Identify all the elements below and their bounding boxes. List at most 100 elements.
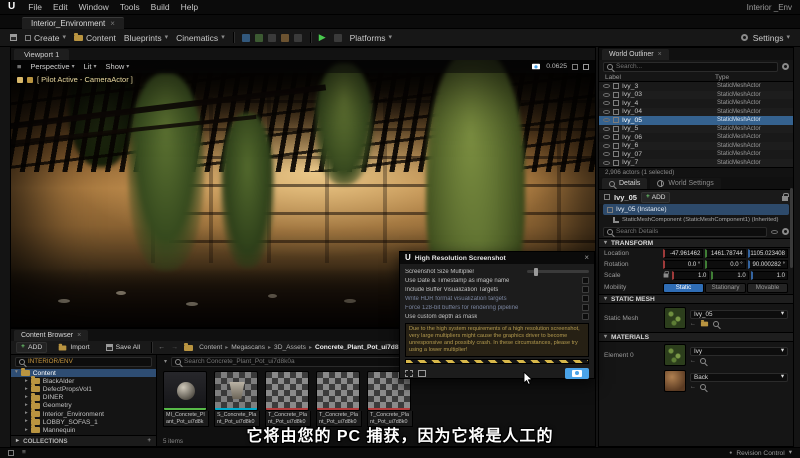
content-drawer-icon[interactable] [8, 450, 14, 456]
menu-file[interactable]: File [28, 2, 42, 12]
location-x-field[interactable]: -47.961462 [663, 249, 703, 258]
outliner-row[interactable]: Ivy_04StaticMeshActor [599, 108, 793, 117]
visibility-eye-icon[interactable] [603, 144, 610, 148]
find-icon[interactable] [700, 358, 706, 364]
import-button[interactable]: Import [53, 342, 94, 353]
custom-depth-checkbox[interactable] [582, 313, 589, 320]
eye-filter-icon[interactable] [771, 230, 778, 234]
menu-edit[interactable]: Edit [53, 2, 68, 12]
scale-lock-icon[interactable] [664, 274, 669, 278]
visibility-eye-icon[interactable] [603, 152, 610, 156]
use-selected-icon[interactable] [690, 384, 696, 390]
use-selected-icon[interactable] [690, 321, 696, 327]
outliner-row[interactable]: Ivy_5StaticMeshActor [599, 125, 793, 134]
static-mesh-thumbnail[interactable] [664, 307, 686, 329]
camera-speed-value[interactable]: 0.0625 [546, 63, 567, 70]
visibility-eye-icon[interactable] [603, 118, 610, 122]
outliner-row[interactable]: Ivy_7StaticMeshActor [599, 159, 793, 168]
rotation-x-field[interactable]: 0.0 ° [663, 260, 703, 269]
viewport-options-icon[interactable] [17, 63, 21, 71]
tab-level[interactable]: Interior_Environment [22, 17, 124, 29]
path-filter-box[interactable]: INTERIOR/ENV [15, 357, 152, 367]
revision-control-button[interactable]: ● Revision Control [729, 450, 792, 457]
component-tree-child[interactable]: StaticMeshComponent (StaticMeshComponent… [599, 215, 793, 225]
tab-content-browser[interactable]: Content Browser [14, 330, 88, 341]
forward-icon[interactable] [171, 344, 178, 351]
outliner-row[interactable]: Ivy_3StaticMeshActor [599, 82, 793, 91]
scale-y-field[interactable]: 1.0 [711, 271, 748, 280]
pilot-camera-icon[interactable] [27, 77, 33, 83]
tab-world-outliner[interactable]: World Outliner [602, 49, 669, 60]
outliner-row-selected[interactable]: Ivy_05StaticMeshActor [599, 116, 793, 125]
details-scrollbar[interactable] [790, 188, 793, 268]
outliner-settings-icon[interactable] [782, 63, 789, 70]
hdr-checkbox[interactable] [582, 295, 589, 302]
content-button[interactable]: Content [74, 33, 116, 43]
visibility-eye-icon[interactable] [603, 93, 610, 97]
mobility-static-button[interactable]: Static [663, 283, 704, 293]
mesh-paint-mode-icon[interactable] [268, 34, 276, 42]
back-icon[interactable] [158, 344, 165, 351]
slider-thumb[interactable] [534, 268, 538, 276]
rotation-z-field[interactable]: 90.000282 ° [748, 260, 788, 269]
timestamp-checkbox[interactable] [582, 277, 589, 284]
mobility-stationary-button[interactable]: Stationary [705, 283, 746, 293]
location-z-field[interactable]: 1105.023408 [748, 249, 788, 258]
visibility-eye-icon[interactable] [603, 127, 610, 131]
breadcrumb-3d-assets[interactable]: 3D_Assets [274, 344, 306, 351]
menu-window[interactable]: Window [79, 2, 109, 12]
visibility-eye-icon[interactable] [603, 161, 610, 165]
menu-tools[interactable]: Tools [120, 2, 140, 12]
material-0-thumbnail[interactable] [664, 344, 686, 366]
blueprints-button[interactable]: Blueprints [124, 33, 168, 43]
tab-viewport-1[interactable]: Viewport 1 [14, 49, 69, 60]
outliner-row[interactable]: Ivy_07StaticMeshActor [599, 150, 793, 159]
details-search-input[interactable] [616, 228, 763, 235]
column-type[interactable]: Type [715, 74, 787, 81]
save-icon[interactable] [10, 34, 17, 41]
show-menu[interactable]: Show [106, 62, 130, 71]
material-0-combo[interactable]: Ivy [690, 347, 788, 356]
visibility-eye-icon[interactable] [603, 101, 610, 105]
lit-menu[interactable]: Lit [84, 62, 97, 71]
section-materials[interactable]: MATERIALS [599, 332, 793, 342]
filter-icon[interactable] [164, 359, 167, 365]
breadcrumb-current-folder[interactable]: Concrete_Plant_Pot_ui7d8k0a [315, 344, 410, 351]
fracture-mode-icon[interactable] [281, 34, 289, 42]
menu-help[interactable]: Help [181, 2, 198, 12]
outliner-search-input[interactable] [616, 63, 774, 70]
find-icon[interactable] [713, 321, 719, 327]
material-1-thumbnail[interactable] [664, 370, 686, 392]
menu-build[interactable]: Build [151, 2, 170, 12]
outliner-search-box[interactable] [603, 62, 778, 72]
close-icon[interactable] [658, 51, 662, 58]
eject-pilot-icon[interactable] [17, 77, 23, 83]
section-static-mesh[interactable]: STATIC MESH [599, 294, 793, 304]
tab-details[interactable]: Details [602, 178, 647, 189]
dialog-title-bar[interactable]: High Resolution Screenshot [400, 252, 594, 264]
rotation-y-field[interactable]: 0.0 ° [705, 260, 745, 269]
static-mesh-combo[interactable]: Ivy_05 [690, 310, 788, 319]
visibility-eye-icon[interactable] [603, 84, 610, 88]
breadcrumb-content[interactable]: Content [199, 344, 222, 351]
multiplier-slider[interactable] [527, 270, 589, 273]
mobility-movable-button[interactable]: Movable [747, 283, 788, 293]
cinematics-button[interactable]: Cinematics [176, 33, 225, 43]
visibility-eye-icon[interactable] [603, 135, 610, 139]
scale-x-field[interactable]: 1.0 [672, 271, 709, 280]
grid-snap-icon[interactable] [572, 64, 578, 70]
perspective-menu[interactable]: Perspective [30, 62, 74, 71]
tab-world-settings[interactable]: World Settings [650, 178, 720, 189]
settings-button[interactable]: Settings [753, 33, 790, 43]
camera-speed-icon[interactable] [532, 64, 540, 70]
column-label[interactable]: Label [605, 74, 621, 81]
scale-z-field[interactable]: 1.0 [751, 271, 788, 280]
platforms-button[interactable]: Platforms [350, 33, 392, 43]
outliner-row[interactable]: Ivy_06StaticMeshActor [599, 133, 793, 142]
browse-icon[interactable] [701, 321, 708, 326]
find-icon[interactable] [700, 384, 706, 390]
add-component-button[interactable]: ADD [641, 192, 671, 203]
close-icon[interactable] [77, 332, 81, 339]
buffer-targets-checkbox[interactable] [582, 286, 589, 293]
create-button[interactable]: Create [25, 33, 66, 43]
